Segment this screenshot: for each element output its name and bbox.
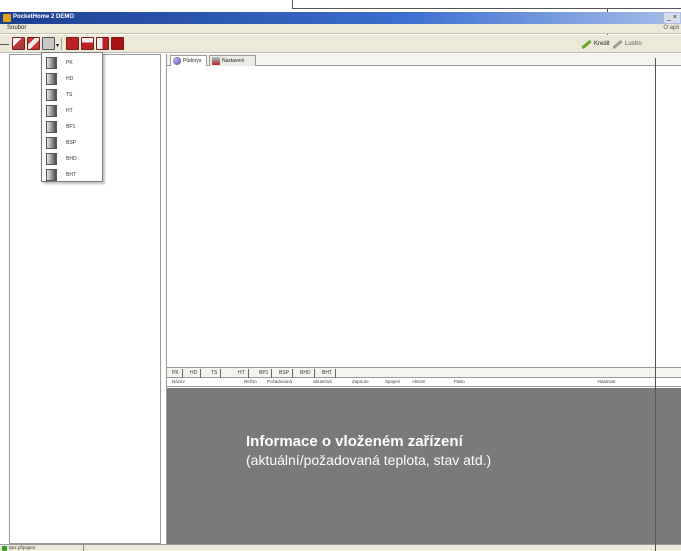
- kredit-button[interactable]: Kredit: [580, 38, 610, 50]
- device-icon: [46, 153, 57, 165]
- main-panel: Půdorys Nastavení PK HD TS HT BP1 BSP BH…: [166, 54, 681, 544]
- info-title: Informace o vloženém zařízení: [246, 433, 463, 450]
- device-info-area: Informace o vloženém zařízení (aktuální/…: [167, 388, 681, 544]
- tool-heat-icon[interactable]: [96, 37, 109, 50]
- device-tab-ht[interactable]: HT: [235, 369, 249, 378]
- tool-sensor-icon[interactable]: [81, 37, 94, 50]
- connection-icon: [2, 546, 7, 551]
- floorplan-canvas[interactable]: [167, 67, 681, 365]
- device-dropdown-menu: PK HD TS HT BP1 BSP BHD BHT: [41, 52, 103, 182]
- dropdown-item-hd[interactable]: HD: [42, 71, 102, 87]
- dropdown-item-bht[interactable]: BHT: [42, 167, 102, 183]
- device-icon: [46, 105, 57, 117]
- column-header[interactable]: Vlastnost: [597, 379, 616, 384]
- device-icon: [46, 121, 57, 133]
- chevron-down-icon: ▾: [55, 43, 59, 49]
- window-title: PocketHome 2 DEMO: [13, 14, 75, 20]
- device-icon: [46, 137, 57, 149]
- pen-icon: [611, 39, 622, 50]
- kredit-label: Kredit: [594, 41, 610, 47]
- pen-icon: [580, 39, 591, 50]
- device-tab-bp1[interactable]: BP1: [256, 369, 273, 378]
- device-icon: [46, 73, 57, 85]
- device-icon: [46, 89, 57, 101]
- dropdown-item-ht[interactable]: HT: [42, 103, 102, 119]
- dropdown-item-bhd[interactable]: BHD: [42, 151, 102, 167]
- device-tab-bsp[interactable]: BSP: [276, 369, 294, 378]
- toolbar-separator: [61, 38, 62, 50]
- app-icon: [3, 14, 11, 22]
- title-bar: PocketHome 2 DEMO _ ×: [0, 12, 681, 24]
- dropdown-item-bp1[interactable]: BP1: [42, 119, 102, 135]
- info-subtitle: (aktuální/požadovaná teplota, stav atd.): [246, 452, 492, 468]
- device-tab-ts[interactable]: TS: [208, 369, 222, 378]
- dropdown-item-ts[interactable]: TS: [42, 87, 102, 103]
- column-header[interactable]: Aktivní: [412, 379, 426, 384]
- callout-line: [0, 44, 9, 45]
- lustro-button[interactable]: Lustro: [611, 38, 642, 50]
- table-header: Název Režim Požadovaná Skutečná Zapnuto …: [167, 378, 681, 387]
- device-tab-hd[interactable]: HD: [187, 369, 202, 378]
- column-header[interactable]: Patro: [454, 379, 465, 384]
- device-tab-pk[interactable]: PK: [169, 369, 183, 378]
- device-type-tabs: PK HD TS HT BP1 BSP BHD BHT: [167, 367, 681, 378]
- menu-file[interactable]: Soubor: [7, 25, 26, 31]
- device-tab-bht[interactable]: BHT: [319, 369, 336, 378]
- floorplan-icon: [173, 57, 181, 65]
- callout-line: [655, 58, 656, 551]
- view-tabs: Půdorys Nastavení: [167, 54, 681, 66]
- dropdown-item-pk[interactable]: PK: [42, 55, 102, 71]
- device-icon: [46, 57, 57, 69]
- menu-about[interactable]: O apli: [663, 25, 679, 31]
- tab-podorys[interactable]: Půdorys: [170, 55, 207, 66]
- save-file-icon[interactable]: [27, 37, 40, 50]
- lustro-label: Lustro: [625, 41, 642, 47]
- open-file-icon[interactable]: [12, 37, 25, 50]
- tab-nastaveni[interactable]: Nastavení: [209, 55, 256, 66]
- tool-delete-icon[interactable]: [111, 37, 124, 50]
- menu-bar: Soubor O apli: [0, 24, 681, 34]
- toolbar: ▾ Kredit Lustro: [0, 35, 681, 53]
- device-icon: [46, 169, 57, 181]
- column-header[interactable]: Spojení: [385, 379, 400, 384]
- dropdown-item-bsp[interactable]: BSP: [42, 135, 102, 151]
- window-controls[interactable]: _ ×: [664, 13, 680, 23]
- callout-frame: [292, 0, 681, 9]
- column-header[interactable]: Požadovaná: [267, 379, 292, 384]
- status-bar: Bez připojení: [0, 544, 681, 551]
- device-dropdown-button[interactable]: ▾: [42, 37, 59, 50]
- column-header[interactable]: Režim: [244, 379, 257, 384]
- status-separator: [83, 545, 84, 551]
- column-header[interactable]: Zapnuto: [352, 379, 369, 384]
- column-header[interactable]: Název: [172, 379, 185, 384]
- settings-icon: [212, 57, 220, 65]
- column-header[interactable]: Skutečná: [313, 379, 332, 384]
- status-text: Bez připojení: [9, 545, 36, 550]
- device-tab-bhd[interactable]: BHD: [297, 369, 315, 378]
- tool-house-icon[interactable]: [66, 37, 79, 50]
